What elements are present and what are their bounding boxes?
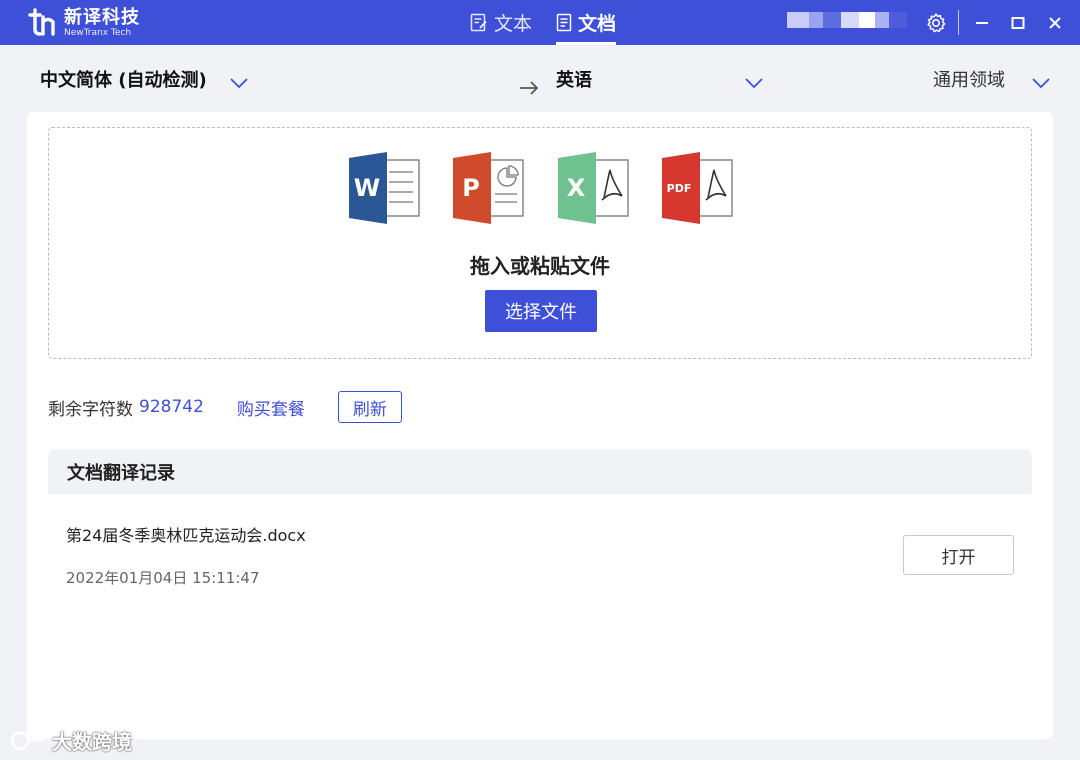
maximize-icon[interactable] [1006, 11, 1030, 35]
select-file-button[interactable]: 选择文件 [485, 290, 597, 332]
word-file-icon: W [349, 152, 420, 224]
history-row: 第24届冬季奥林匹克运动会.docx 2022年01月04日 15:11:47 … [48, 494, 1032, 594]
content-card: W P X PDF 拖入或粘贴文件 选择文件 剩余字符数 928742 购买套餐… [27, 112, 1053, 739]
watermark-text: 大数跨境 [52, 729, 132, 754]
arrow-right-icon[interactable] [519, 81, 539, 95]
quota-bar: 剩余字符数 928742 购买套餐 刷新 [48, 390, 402, 424]
newtranx-logo-icon [28, 8, 55, 36]
powerpoint-file-icon: P [453, 152, 524, 224]
title-bar: 新译科技 NewTranx Tech 文本 文档 [0, 0, 1080, 45]
close-icon[interactable] [1043, 11, 1067, 35]
history-file-name: 第24届冬季奥林匹克运动会.docx [66, 526, 306, 545]
domain-label: 通用领域 [933, 69, 1005, 91]
domain-select[interactable]: 通用领域 [933, 45, 1005, 112]
excel-pdf-file-icon: X [558, 152, 629, 224]
tab-text[interactable]: 文本 [470, 0, 532, 45]
tab-document-label: 文档 [578, 13, 617, 35]
powerpoint-file-letter: P [462, 174, 480, 202]
brand-name: 新译科技 [64, 6, 140, 28]
tab-document[interactable]: 文档 [556, 0, 617, 45]
drop-hint-text: 拖入或粘贴文件 [470, 254, 610, 278]
target-chevron-down-icon[interactable] [745, 78, 763, 89]
brand-name-en: NewTranx Tech [64, 27, 132, 38]
brand-logo: 新译科技 NewTranx Tech [26, 7, 140, 39]
buy-plan-link[interactable]: 购买套餐 [237, 395, 305, 420]
pdf-file-icon: PDF [662, 152, 733, 224]
language-bar: 中文简体 (自动检测) 英语 通用领域 [0, 45, 1080, 112]
pdf-file-letter: PDF [667, 182, 692, 195]
account-avatar-blurred[interactable] [787, 12, 907, 28]
watermark-logo-icon [10, 729, 46, 751]
target-language-select[interactable]: 英语 [556, 45, 592, 112]
tab-text-label: 文本 [494, 13, 533, 35]
word-file-letter: W [354, 174, 380, 202]
source-language-select[interactable]: 中文简体 (自动检测) [40, 45, 207, 112]
file-dropzone[interactable]: W P X PDF 拖入或粘贴文件 选择文件 [48, 127, 1032, 359]
history-file-time: 2022年01月04日 15:11:47 [66, 569, 260, 587]
minimize-icon[interactable] [970, 11, 994, 35]
remaining-chars-value: 928742 [139, 397, 204, 417]
open-file-button[interactable]: 打开 [903, 535, 1014, 575]
history-title: 文档翻译记录 [48, 449, 1032, 494]
excel-file-letter: X [567, 174, 586, 202]
target-language-label: 英语 [556, 69, 592, 91]
source-language-label: 中文简体 (自动检测) [40, 69, 207, 91]
watermark: 大数跨境 [10, 726, 132, 754]
titlebar-separator [958, 10, 959, 35]
translation-history: 文档翻译记录 第24届冬季奥林匹克运动会.docx 2022年01月04日 15… [48, 449, 1032, 594]
remaining-chars-label: 剩余字符数 [48, 399, 133, 420]
text-doc-icon [470, 13, 487, 32]
domain-chevron-down-icon[interactable] [1032, 78, 1050, 89]
refresh-button[interactable]: 刷新 [337, 391, 402, 423]
source-chevron-down-icon[interactable] [230, 78, 248, 89]
document-icon [556, 13, 572, 32]
settings-gear-icon[interactable] [924, 11, 948, 35]
